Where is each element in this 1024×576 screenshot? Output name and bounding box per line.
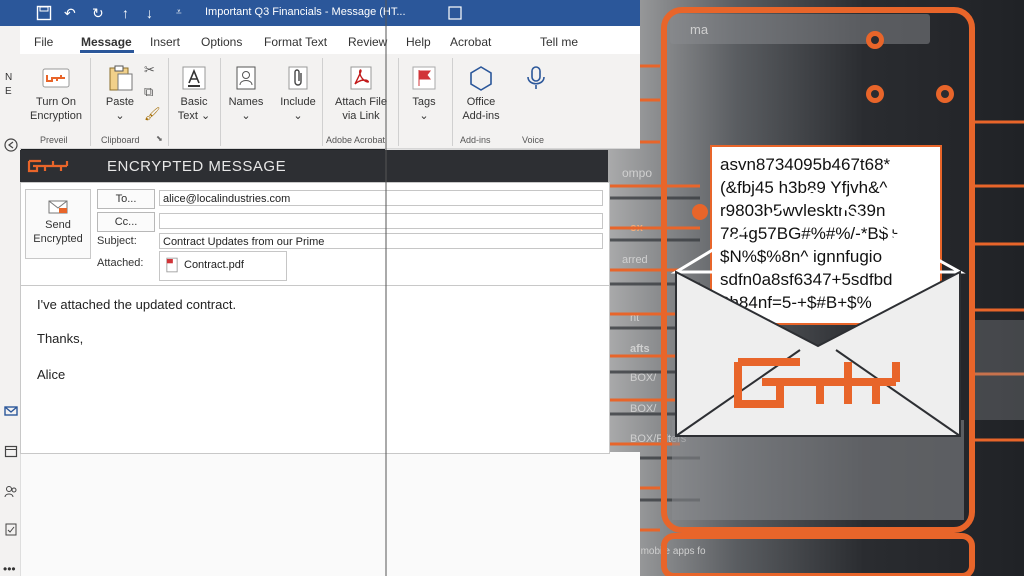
copy-icon[interactable]: ⧉ [144,84,153,100]
active-tab-indicator [80,50,134,53]
send-label-line2: Encrypted [33,233,83,245]
office-addins-label-line1: Office [466,96,496,108]
to-field[interactable]: alice@localindustries.com [159,190,603,206]
turn-on-encryption-label-line1: Turn On [36,96,76,108]
undo-icon[interactable]: ↶ [64,4,76,22]
send-label-line1: Send [45,219,71,231]
tab-format-text[interactable]: Format Text [264,35,327,49]
group-separator [452,58,453,146]
font-a-icon [182,66,206,90]
key-logo-icon [27,159,69,173]
turn-on-encryption-label-line2: Encryption [30,110,82,122]
compose-divider [21,285,609,286]
to-button[interactable]: To... [97,189,155,209]
app-navigation-strip: N E ••• [0,26,21,576]
paste-button[interactable]: Paste ⌄ [100,64,140,123]
tab-message[interactable]: Message [81,35,132,49]
quick-access-dropdown-icon[interactable]: ⩡ [176,4,182,22]
acrobat-icon [350,66,372,90]
calendar-icon[interactable] [4,444,18,458]
group-label-preveil: Preveil [40,135,68,145]
strip-text-e: E [5,86,12,97]
office-addins-label-line2: Add-ins [462,110,500,122]
compose-form: Send Encrypted To... alice@localindustri… [20,182,610,454]
dictate-button[interactable] [516,64,556,95]
attached-label: Attached: [97,257,144,269]
tab-options[interactable]: Options [201,35,242,49]
names-button[interactable]: Names ⌄ [224,64,268,123]
arrow-up-icon[interactable]: ↑ [122,4,129,22]
microphone-icon [527,66,545,89]
arrow-down-icon[interactable]: ↓ [146,4,153,22]
tasks-icon[interactable] [4,522,18,536]
group-label-adobe-acrobat: Adobe Acrobat [326,135,386,145]
cc-button[interactable]: Cc... [97,212,155,232]
tab-file[interactable]: File [34,35,53,49]
encrypted-message-title: ENCRYPTED MESSAGE [107,158,287,175]
include-button[interactable]: Include ⌄ [276,64,320,123]
basic-text-label-line2: Text [177,110,198,122]
mail-icon[interactable] [4,404,18,418]
key-icon [42,68,70,88]
format-painter-icon[interactable]: 🖌 [144,106,161,122]
paperclip-icon [288,66,308,90]
ribbon-display-icon[interactable] [448,6,462,20]
group-separator [90,58,91,146]
send-encrypted-button[interactable]: Send Encrypted [25,189,91,259]
group-separator [322,58,323,146]
pdf-file-icon [166,257,178,273]
message-body-line[interactable]: Alice [37,367,65,382]
group-separator [398,58,399,146]
encrypted-message-bar: ENCRYPTED MESSAGE [20,150,608,182]
turn-on-encryption-button[interactable]: Turn On Encryption [28,64,84,123]
addins-icon [470,66,492,91]
attach-file-label-line1: Attach File [335,96,387,108]
stage: ma ompo ox arred nt afts BOX/ BOX/ BOX/F… [0,0,1024,576]
include-label: Include [280,96,316,108]
tab-review[interactable]: Review [348,35,387,49]
flag-icon [412,66,436,90]
tab-acrobat[interactable]: Acrobat [450,35,491,49]
group-separator [168,58,169,146]
group-label-clipboard: Clipboard [101,135,140,145]
tags-button[interactable]: Tags ⌄ [402,64,446,123]
names-label: Names [228,96,264,108]
cut-icon[interactable]: ✂ [144,62,155,78]
group-separator [220,58,221,146]
basic-text-button[interactable]: Basic Text ⌄ [174,64,214,123]
tab-help[interactable]: Help [406,35,431,49]
redo-icon[interactable]: ↻ [92,4,104,22]
title-bar: ↶ ↻ ↑ ↓ ⩡ Important Q3 Financials - Mess… [0,0,640,26]
reading-pane-background [0,452,640,576]
window-title: Important Q3 Financials - Message (HT... [205,6,406,18]
cc-field[interactable] [159,213,603,229]
paste-label: Paste [105,96,135,108]
back-arrow-icon[interactable] [4,138,18,152]
message-body-line[interactable]: Thanks, [37,331,83,346]
window-edge [385,0,387,576]
more-icon[interactable]: ••• [3,562,16,576]
tab-insert[interactable]: Insert [150,35,180,49]
tags-label: Tags [412,96,436,108]
subject-field[interactable]: Contract Updates from our Prime [159,233,603,249]
clipboard-launcher-icon[interactable]: ⬊ [156,134,163,143]
message-body-line[interactable]: I've attached the updated contract. [37,297,236,312]
send-envelope-icon [48,200,68,214]
attachment-chip[interactable]: Contract.pdf [159,251,287,281]
group-label-addins: Add-ins [460,135,491,145]
group-label-voice: Voice [522,135,545,145]
strip-text-n: N [5,72,13,83]
office-addins-button[interactable]: Office Add-ins [456,64,506,123]
address-book-icon [236,66,256,90]
subject-label: Subject: [97,235,137,247]
ribbon: Turn On Encryption Preveil Paste ⌄ ✂ ⧉ 🖌 … [20,54,640,149]
people-icon[interactable] [4,484,18,498]
attachment-name: Contract.pdf [184,259,244,271]
tab-tell-me[interactable]: Tell me [540,35,578,49]
paste-icon [109,65,133,91]
attach-file-label-line2: via Link [342,110,380,122]
basic-text-label-line1: Basic [180,96,208,108]
save-icon[interactable] [36,5,52,21]
